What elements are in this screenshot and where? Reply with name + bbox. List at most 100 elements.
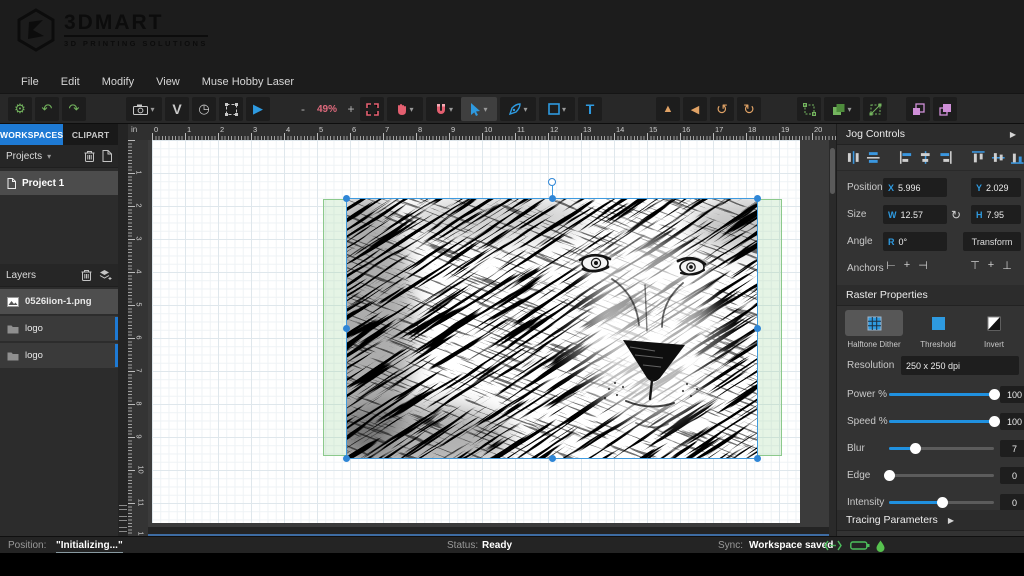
camera-capture-button[interactable]: ▾ (126, 97, 162, 121)
anchor-center-v-icon[interactable]: + (983, 259, 999, 272)
halftone-dither-mode[interactable]: Halftone Dither (845, 310, 903, 349)
add-layer-button[interactable] (99, 269, 112, 281)
panel-splitter[interactable] (118, 124, 128, 536)
menu-view[interactable]: View (145, 76, 191, 88)
slider-track[interactable] (889, 501, 994, 504)
redo-button[interactable]: ↷ (62, 97, 86, 121)
chevron-down-icon[interactable]: ▾ (47, 152, 51, 161)
anchor-right-icon[interactable]: ⊣ (915, 259, 931, 272)
slider-track[interactable] (889, 420, 994, 423)
raster-properties-header[interactable]: Raster Properties (837, 285, 1024, 306)
slider-knob[interactable] (937, 497, 948, 508)
canvas-option-icon[interactable] (119, 505, 127, 510)
slider-track[interactable] (889, 474, 994, 477)
expand-arrow-icon[interactable]: ▶ (1010, 130, 1016, 139)
slider-track[interactable] (889, 393, 994, 396)
paste-object-button[interactable] (933, 97, 957, 121)
zoom-level[interactable]: 49% (312, 104, 342, 115)
slider-value: 100 (1000, 413, 1024, 430)
shape-tool-button[interactable]: ▾ (539, 97, 575, 121)
lion-raster-image[interactable] (347, 199, 757, 458)
workspace-page[interactable] (152, 140, 800, 523)
slider-fill (889, 393, 994, 396)
anchor-center-h-icon[interactable]: + (899, 259, 915, 272)
align-left-icon[interactable] (899, 150, 914, 165)
zoom-in-button[interactable]: + (345, 102, 357, 116)
horizontal-scrollbar[interactable] (148, 527, 829, 536)
position-status-label: Position: (8, 540, 46, 551)
vertical-scrollbar-thumb[interactable] (830, 148, 835, 194)
rotation-handle[interactable] (548, 178, 556, 186)
aspect-link-icon[interactable]: ↻ (951, 208, 961, 222)
group-button[interactable] (797, 97, 821, 121)
position-x-field[interactable]: X 5.996 (883, 178, 947, 197)
align-center-horizontal-icon[interactable] (918, 150, 933, 165)
select-tool-button[interactable]: ▾ (461, 97, 497, 121)
pan-tool-button[interactable]: ▾ (387, 97, 423, 121)
tab-workspaces[interactable]: WORKSPACES (0, 124, 63, 145)
delete-layer-button[interactable] (81, 269, 92, 281)
resolution-field[interactable]: 250 x 250 dpi (901, 356, 1019, 375)
jog-controls-header[interactable]: Jog Controls ▶ (837, 124, 1024, 145)
align-bottom-icon[interactable] (1010, 150, 1024, 165)
align-middle-icon[interactable] (991, 150, 1006, 165)
ungroup-button[interactable] (863, 97, 887, 121)
undo-button[interactable]: ↶ (35, 97, 59, 121)
position-y-field[interactable]: Y 2.029 (971, 178, 1021, 197)
vector-tool-button[interactable]: V (165, 97, 189, 121)
anchor-bottom-icon[interactable]: ⊥ (999, 259, 1015, 272)
duplicate-button[interactable]: ▾ (824, 97, 860, 121)
slider-knob[interactable] (989, 416, 1000, 427)
text-tool-button[interactable]: T (578, 97, 602, 121)
copy-object-button[interactable] (906, 97, 930, 121)
menu-file[interactable]: File (10, 76, 50, 88)
layer-row-logo-1[interactable]: logo (0, 316, 118, 341)
run-job-button[interactable]: ▶ (246, 97, 270, 121)
flip-horizontal-button[interactable]: ◀ (683, 97, 707, 121)
menu-muse-hobby-laser[interactable]: Muse Hobby Laser (191, 76, 305, 88)
vertical-ruler: 123456789101112 (128, 140, 148, 536)
tab-clipart[interactable]: CLIPART (63, 124, 118, 145)
vertical-scrollbar[interactable] (829, 140, 836, 536)
size-h-field[interactable]: H 7.95 (971, 205, 1021, 224)
threshold-mode[interactable]: Threshold (909, 310, 967, 349)
zoom-fit-button[interactable] (360, 97, 384, 121)
align-top-icon[interactable] (971, 150, 986, 165)
delete-project-button[interactable] (84, 150, 95, 162)
anchor-left-icon[interactable]: ⊢ (883, 259, 899, 272)
slider-knob[interactable] (884, 470, 895, 481)
tracing-parameters-header[interactable]: Tracing Parameters ▶ (837, 510, 1024, 531)
slider-row-edge: Edge0 (837, 463, 1024, 490)
pen-tool-button[interactable]: ▾ (500, 97, 536, 121)
invert-mode[interactable]: Invert (965, 310, 1023, 349)
layer-row-logo-2[interactable]: logo (0, 343, 118, 368)
angle-r-field[interactable]: R 0° (883, 232, 947, 251)
frame-bounds-button[interactable] (219, 97, 243, 121)
chevron-down-icon: ▾ (562, 105, 566, 114)
menu-modify[interactable]: Modify (91, 76, 145, 88)
canvas-option-icon[interactable] (119, 527, 127, 532)
distribute-vertical-icon[interactable] (866, 150, 881, 165)
align-right-icon[interactable] (938, 150, 953, 165)
timer-button[interactable]: ◷ (192, 97, 216, 121)
menu-edit[interactable]: Edit (50, 76, 91, 88)
flip-vertical-button[interactable]: ▲ (656, 97, 680, 121)
canvas-option-icon[interactable] (119, 516, 127, 521)
project-list-item[interactable]: Project 1 (0, 171, 118, 195)
distribute-horizontal-icon[interactable] (846, 150, 861, 165)
zoom-out-button[interactable]: - (297, 102, 309, 116)
slider-knob[interactable] (910, 443, 921, 454)
settings-button[interactable]: ⚙ (8, 97, 32, 121)
anchor-top-icon[interactable]: ⊤ (967, 259, 983, 272)
expand-arrow-icon[interactable]: ▶ (948, 516, 954, 525)
rotate-cw-button[interactable]: ↻ (737, 97, 761, 121)
slider-track[interactable] (889, 447, 994, 450)
layer-row-lion[interactable]: 0526lion-1.png (0, 289, 118, 314)
canvas-viewport[interactable] (148, 140, 836, 536)
transform-button[interactable]: Transform (963, 232, 1021, 251)
new-project-button[interactable] (102, 150, 112, 162)
size-w-field[interactable]: W 12.57 (883, 205, 947, 224)
rotate-ccw-button[interactable]: ↺ (710, 97, 734, 121)
snap-tool-button[interactable]: ▾ (426, 97, 462, 121)
slider-knob[interactable] (989, 389, 1000, 400)
